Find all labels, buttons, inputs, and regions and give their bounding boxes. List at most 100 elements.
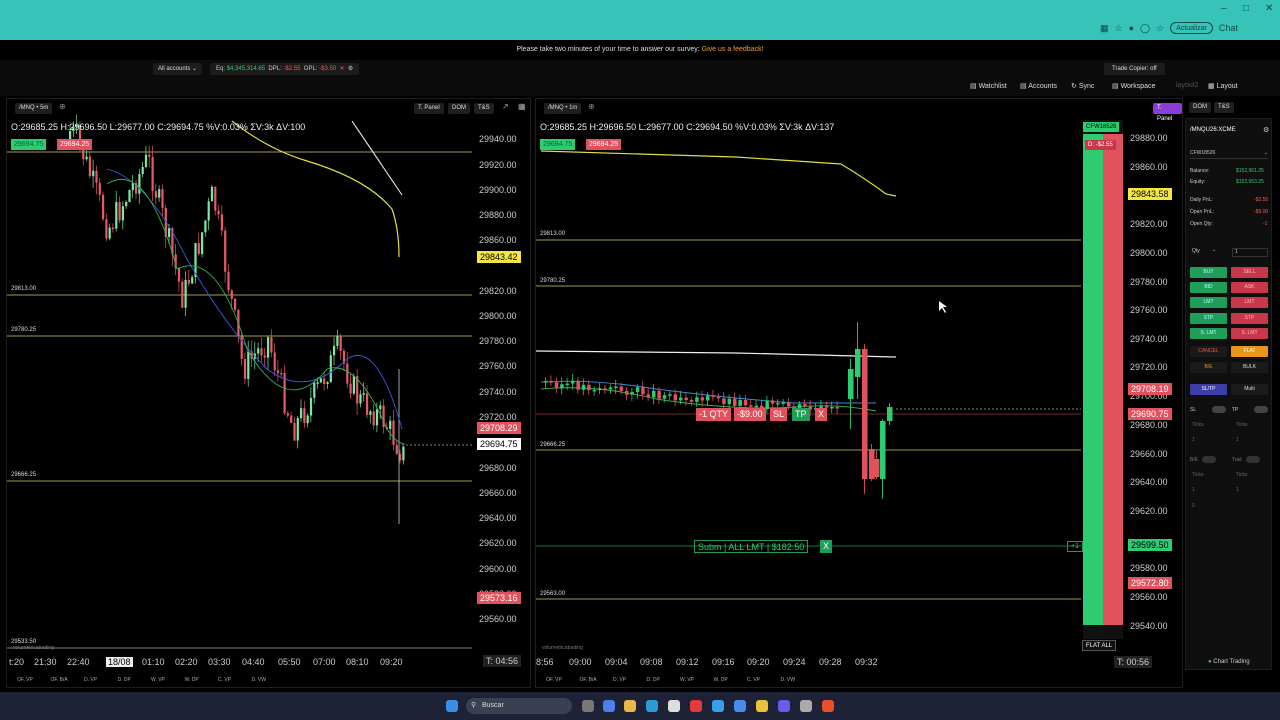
teams-icon[interactable] [778, 700, 790, 712]
minimize-icon[interactable]: – [1221, 3, 1227, 14]
chevron-down-icon[interactable]: ⌄ [1212, 247, 1216, 253]
trend-line [536, 350, 897, 358]
trading-sidebar: /MNQU26:XCME ⚙ CFW18526 ⌄ Balance: $152,… [1185, 118, 1272, 670]
store-icon[interactable] [734, 700, 746, 712]
favorites-icon[interactable]: ☆ [1156, 23, 1164, 34]
taskbar-search[interactable]: ⚲ Buscar [466, 698, 572, 714]
candle-body [835, 407, 840, 409]
close-positions-icon[interactable]: ✕ [340, 66, 345, 72]
layout-button[interactable]: ▦ Layout [1208, 82, 1238, 90]
candle-body [375, 409, 379, 426]
order-qty[interactable]: -1 QTY [696, 408, 732, 421]
maximize-icon[interactable]: □ [1243, 3, 1249, 14]
sidebar-settings-icon[interactable]: ⚙ [1263, 126, 1269, 134]
dom-column[interactable]: CFW18526 D: -$2.55 FLAT ALL [1081, 118, 1125, 651]
indicator-option: D. VP [84, 677, 98, 683]
buy-button[interactable]: BUY [1190, 267, 1227, 278]
workspace-button[interactable]: ▤ Workspace [1112, 82, 1155, 90]
candle-body [306, 415, 309, 424]
be-offset-value[interactable]: 0 [1192, 503, 1195, 509]
flat-all-button[interactable]: FLAT ALL [1082, 640, 1117, 651]
indicator-option: OF. VP [17, 677, 33, 683]
candle-body [273, 352, 276, 371]
tp-toggle[interactable] [1254, 406, 1268, 413]
help-icon[interactable] [712, 700, 724, 712]
hline-label: 29813.00 [540, 231, 566, 237]
trail-toggle[interactable] [1246, 456, 1260, 463]
candle-body [227, 271, 230, 291]
taskbar-search-label: Buscar [482, 702, 504, 709]
submit-cancel-button[interactable]: X [820, 540, 833, 553]
sync-button[interactable]: ↻ Sync [1071, 82, 1094, 90]
time-axis-label: 09:24 [783, 657, 806, 667]
breakeven-button[interactable]: B/E [1190, 362, 1227, 373]
chrome-icon[interactable] [756, 700, 768, 712]
survey-link[interactable]: Give us a feedback! [702, 46, 764, 53]
trail-value[interactable]: 1 [1236, 487, 1239, 493]
edge-icon[interactable] [646, 700, 658, 712]
sidebar-account-select[interactable]: CFW18526 ⌄ [1190, 147, 1268, 159]
extension-icon[interactable]: ▦ [1100, 23, 1109, 34]
sell-button[interactable]: SELL [1231, 267, 1268, 278]
price-axis-label: 29820.00 [1130, 219, 1168, 229]
start-icon[interactable] [446, 700, 458, 712]
notepad-icon[interactable] [668, 700, 680, 712]
profile-icon[interactable]: ● [1129, 23, 1134, 33]
chat-button[interactable]: Chat [1219, 23, 1238, 33]
indicator-option: OF. B/A [50, 677, 68, 683]
app-red-icon[interactable] [690, 700, 702, 712]
candle-body [592, 389, 597, 392]
cancel-button[interactable]: CANCEL [1190, 346, 1227, 357]
ask-button[interactable]: ASK [1231, 282, 1268, 293]
candle-body [874, 459, 880, 477]
order-tp-button[interactable]: TP [792, 408, 810, 421]
submit-order-label[interactable]: Subm | ALL LMT | $182.50 [694, 540, 809, 553]
widgets-icon[interactable] [603, 700, 615, 712]
watchlist-button[interactable]: ▤ Watchlist [970, 82, 1007, 90]
trading-app-icon[interactable] [822, 700, 834, 712]
chart-panel-left[interactable]: /MNQ • 5m ⊕ T. Panel DOM T&S ↗ ▦ O:29685… [6, 98, 531, 688]
chart-trading-toggle[interactable]: ● Chart Trading [1208, 659, 1250, 665]
be-value[interactable]: 1 [1192, 487, 1195, 493]
sltp-tab[interactable]: SL/TP [1190, 384, 1227, 395]
account-selector[interactable]: All accounts ⌄ [153, 63, 203, 75]
task-view-icon[interactable] [582, 700, 594, 712]
order-close-button[interactable]: X [815, 408, 828, 421]
trade-copier[interactable]: Trade Copier: off [1104, 63, 1165, 75]
sl-toggle[interactable] [1212, 406, 1226, 413]
order-sl-button[interactable]: SL [770, 408, 788, 421]
dpl-value: -$2.55 [283, 66, 301, 72]
sl-ticks-value[interactable]: 1 [1192, 437, 1195, 443]
stop-limit-buy-button[interactable]: S. LMT [1190, 328, 1227, 339]
settings-icon[interactable] [800, 700, 812, 712]
bulk-button[interactable]: BULK [1231, 362, 1268, 373]
candle-body [108, 227, 111, 239]
chart-left-ohlc: O:29685.25 H:29696.50 L:29677.00 C:29694… [11, 122, 306, 132]
ts-button[interactable]: T&S [1214, 102, 1234, 113]
bid-button[interactable]: BID [1190, 282, 1227, 293]
update-button[interactable]: Actualizar [1170, 22, 1213, 34]
chart-left-red-tag: 29708.29 [477, 422, 521, 434]
candle-body [571, 380, 575, 384]
chart-left-canvas[interactable] [7, 99, 532, 689]
status-dot-icon: ● [1208, 659, 1212, 665]
settings-icon[interactable]: ⚙ [348, 66, 353, 72]
stop-sell-button[interactable]: STP [1231, 313, 1268, 324]
puzzle-icon[interactable]: ◯ [1140, 23, 1150, 34]
stop-limit-sell-button[interactable]: S. LMT [1231, 328, 1268, 339]
dom-button[interactable]: DOM [1189, 102, 1211, 113]
be-toggle[interactable] [1202, 456, 1216, 463]
tp-ticks-value[interactable]: 1 [1236, 437, 1239, 443]
candle-body [848, 369, 854, 399]
qty-input[interactable]: 1 [1232, 248, 1268, 257]
limit-sell-button[interactable]: LMT [1231, 297, 1268, 308]
flat-button[interactable]: FLAT [1231, 346, 1268, 357]
file-explorer-icon[interactable] [624, 700, 636, 712]
multi-tab[interactable]: Multi [1231, 384, 1268, 395]
limit-buy-button[interactable]: LMT [1190, 297, 1227, 308]
candle-body [346, 363, 349, 384]
star-icon[interactable]: ☆ [1115, 23, 1123, 34]
accounts-button[interactable]: ▤ Accounts [1020, 82, 1057, 90]
stop-buy-button[interactable]: STP [1190, 313, 1227, 324]
close-icon[interactable]: ✕ [1265, 3, 1273, 14]
